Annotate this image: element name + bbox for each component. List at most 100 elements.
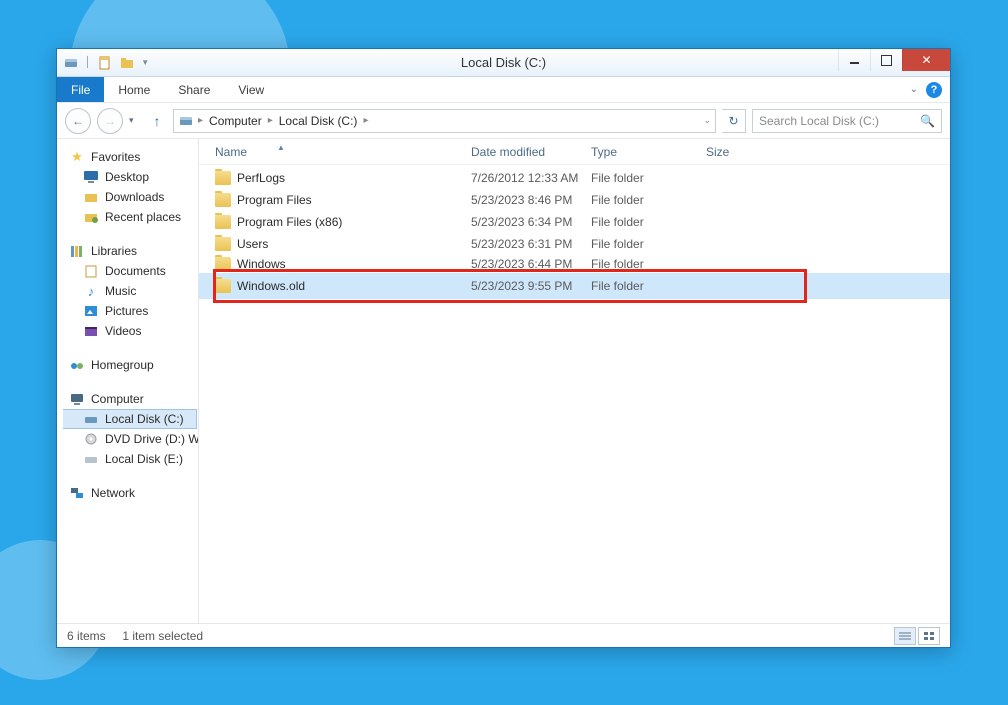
titlebar: │ ▼ Local Disk (C:)	[57, 49, 950, 77]
file-row[interactable]: Windows 5/23/2023 6:44 PM File folder	[199, 255, 950, 273]
videos-icon	[83, 323, 99, 339]
file-row-selected[interactable]: Windows.old 5/23/2023 9:55 PM File folde…	[199, 273, 950, 299]
sidebar-item-documents[interactable]: Documents	[63, 261, 198, 281]
icons-view-button[interactable]	[918, 627, 940, 645]
window-controls	[838, 49, 950, 71]
folder-icon	[215, 215, 231, 229]
pictures-icon	[83, 303, 99, 319]
search-box[interactable]: Search Local Disk (C:) 🔍	[752, 109, 942, 133]
file-name: Windows.old	[237, 279, 305, 293]
sidebar-item-local-disk-c[interactable]: Local Disk (C:)	[63, 409, 197, 429]
sidebar-favorites[interactable]: ★ Favorites	[63, 147, 198, 167]
tab-share[interactable]: Share	[164, 77, 224, 102]
new-folder-icon[interactable]	[119, 55, 135, 71]
file-row[interactable]: PerfLogs 7/26/2012 12:33 AM File folder	[199, 167, 950, 189]
folder-icon	[215, 193, 231, 207]
qat-dropdown-icon[interactable]: ▼	[141, 58, 149, 67]
file-name: Program Files (x86)	[237, 215, 342, 229]
breadcrumb-sep[interactable]: ▸	[198, 115, 203, 126]
navbar: ← → ▾ ↑ ▸ Computer ▸ Local Disk (C:) ▸ ⌄…	[57, 103, 950, 139]
music-icon: ♪	[83, 283, 99, 299]
forward-button[interactable]: →	[97, 108, 123, 134]
address-dropdown-icon[interactable]: ⌄	[703, 115, 711, 126]
sidebar-libraries[interactable]: Libraries	[63, 241, 198, 261]
drive-icon	[83, 411, 99, 427]
sidebar-label: Downloads	[105, 190, 164, 204]
col-header-type[interactable]: Type	[591, 145, 706, 159]
address-bar[interactable]: ▸ Computer ▸ Local Disk (C:) ▸ ⌄	[173, 109, 716, 133]
sidebar-label: Local Disk (E:)	[105, 452, 183, 466]
tab-view[interactable]: View	[224, 77, 278, 102]
file-date: 7/26/2012 12:33 AM	[471, 171, 591, 185]
sidebar-item-videos[interactable]: Videos	[63, 321, 198, 341]
qat-sep: │	[85, 57, 91, 68]
status-selection: 1 item selected	[122, 629, 203, 643]
file-date: 5/23/2023 9:55 PM	[471, 279, 591, 293]
file-rows: PerfLogs 7/26/2012 12:33 AM File folder …	[199, 165, 950, 299]
sidebar-network[interactable]: Network	[63, 483, 198, 503]
file-row[interactable]: Program Files 5/23/2023 8:46 PM File fol…	[199, 189, 950, 211]
explorer-body: ★ Favorites Desktop Downloads	[57, 139, 950, 623]
properties-icon[interactable]	[97, 55, 113, 71]
explorer-window: │ ▼ Local Disk (C:) File Home Share View…	[56, 48, 951, 648]
help-icon[interactable]: ?	[926, 82, 942, 98]
file-name: PerfLogs	[237, 171, 285, 185]
file-type: File folder	[591, 257, 706, 271]
sidebar-item-dvd-drive[interactable]: DVD Drive (D:) W8_X	[63, 429, 198, 449]
search-icon: 🔍	[920, 114, 935, 128]
details-view-button[interactable]	[894, 627, 916, 645]
col-header-size[interactable]: Size	[706, 145, 776, 159]
history-dropdown-icon[interactable]: ▾	[129, 115, 141, 126]
maximize-button[interactable]	[870, 49, 902, 71]
homegroup-icon	[69, 357, 85, 373]
network-icon	[69, 485, 85, 501]
file-name: Windows	[237, 257, 286, 271]
sidebar-label: Pictures	[105, 304, 148, 318]
col-header-name[interactable]: Name▲	[215, 145, 471, 159]
drive-icon	[63, 55, 79, 71]
sidebar-label: Documents	[105, 264, 166, 278]
search-placeholder: Search Local Disk (C:)	[759, 114, 879, 128]
view-toggle	[894, 627, 940, 645]
tab-home[interactable]: Home	[104, 77, 164, 102]
file-date: 5/23/2023 8:46 PM	[471, 193, 591, 207]
desktop-icon	[83, 169, 99, 185]
breadcrumb-sep[interactable]: ▸	[268, 115, 273, 126]
dvd-icon	[83, 431, 99, 447]
file-row[interactable]: Program Files (x86) 5/23/2023 6:34 PM Fi…	[199, 211, 950, 233]
breadcrumb-sep[interactable]: ▸	[363, 115, 368, 126]
breadcrumb-computer[interactable]: Computer	[207, 114, 264, 128]
folder-icon	[215, 237, 231, 251]
up-button[interactable]: ↑	[147, 111, 167, 131]
file-date: 5/23/2023 6:44 PM	[471, 257, 591, 271]
file-type: File folder	[591, 193, 706, 207]
refresh-button[interactable]: ↻	[722, 109, 746, 133]
ribbon-tabs: File Home Share View ⌄ ?	[57, 77, 950, 103]
tab-file[interactable]: File	[57, 77, 104, 102]
sidebar-item-downloads[interactable]: Downloads	[63, 187, 198, 207]
sidebar-homegroup[interactable]: Homegroup	[63, 355, 198, 375]
documents-icon	[83, 263, 99, 279]
minimize-button[interactable]	[838, 49, 870, 71]
star-icon: ★	[69, 149, 85, 165]
sidebar-item-music[interactable]: ♪ Music	[63, 281, 198, 301]
sidebar-label: Computer	[91, 392, 144, 406]
back-button[interactable]: ←	[65, 108, 91, 134]
file-type: File folder	[591, 215, 706, 229]
nav-pane: ★ Favorites Desktop Downloads	[57, 139, 199, 623]
sidebar-item-local-disk-e[interactable]: Local Disk (E:)	[63, 449, 198, 469]
sidebar-computer[interactable]: Computer	[63, 389, 198, 409]
libraries-icon	[69, 243, 85, 259]
breadcrumb-local-disk[interactable]: Local Disk (C:)	[277, 114, 360, 128]
col-header-date[interactable]: Date modified	[471, 145, 591, 159]
file-name: Program Files	[237, 193, 312, 207]
sidebar-item-pictures[interactable]: Pictures	[63, 301, 198, 321]
file-type: File folder	[591, 237, 706, 251]
folder-icon	[215, 257, 231, 271]
sort-indicator-icon: ▲	[277, 143, 285, 152]
close-button[interactable]	[902, 49, 950, 71]
ribbon-expand-icon[interactable]: ⌄	[910, 84, 918, 95]
file-row[interactable]: Users 5/23/2023 6:31 PM File folder	[199, 233, 950, 255]
sidebar-item-recent[interactable]: Recent places	[63, 207, 198, 227]
sidebar-item-desktop[interactable]: Desktop	[63, 167, 198, 187]
